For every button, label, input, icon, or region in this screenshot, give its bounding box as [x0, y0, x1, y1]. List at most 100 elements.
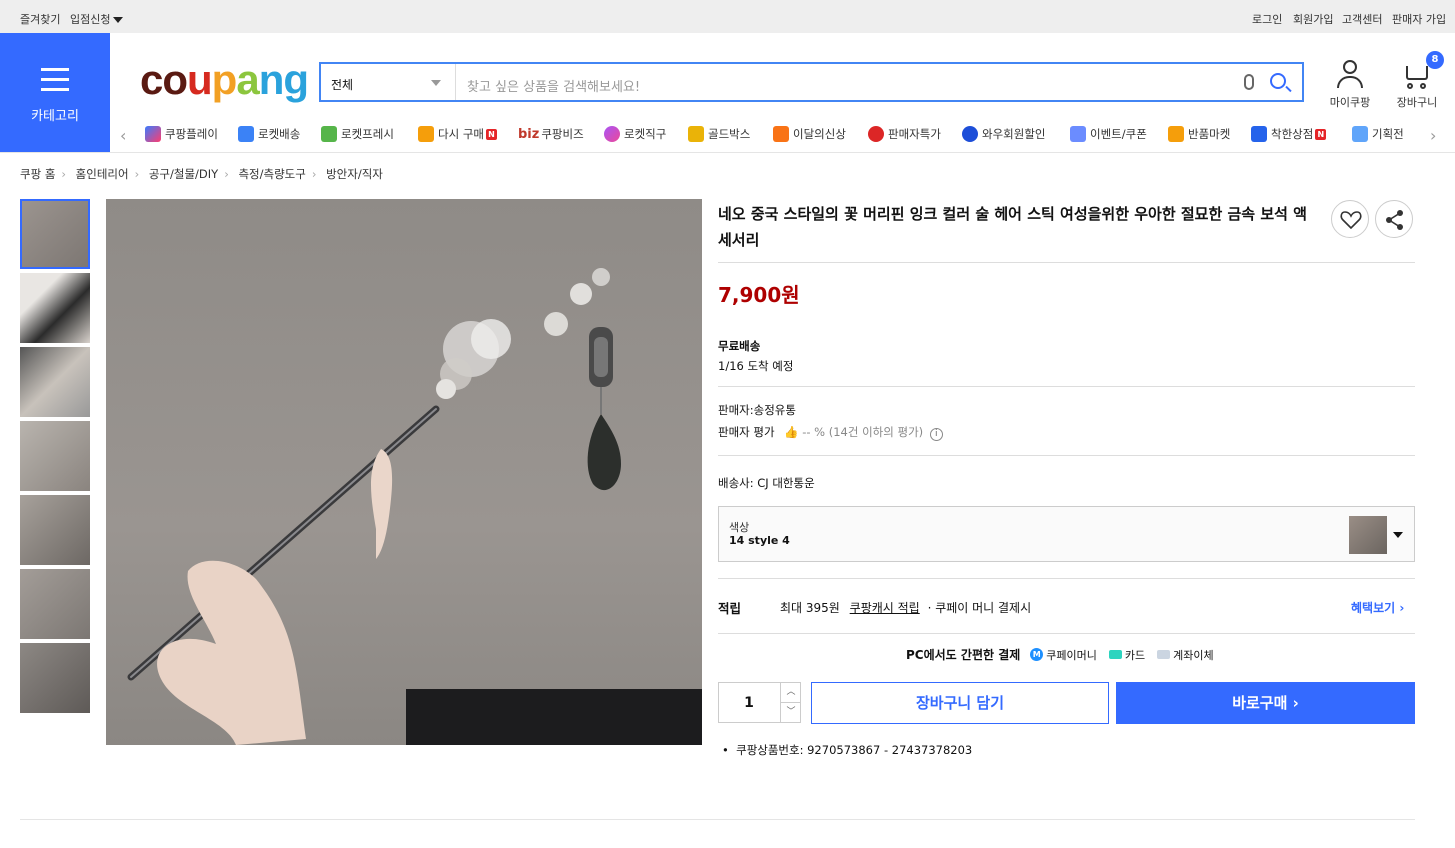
seller-apply-label: 입점신청 — [70, 13, 111, 26]
service-nav: ‹ 쿠팡플레이 로켓배송 로켓프레시 다시 구매 N biz 쿠팡비즈 로켓직구 골… — [110, 118, 1455, 152]
divider — [718, 455, 1415, 456]
info-icon[interactable]: i — [929, 428, 943, 441]
bookmark-link[interactable]: 즐겨찾기 — [20, 11, 60, 27]
product-thumbnail[interactable] — [20, 273, 90, 343]
seller-apply-link[interactable]: 입점신청 — [70, 11, 124, 27]
category-button[interactable]: 카테고리 — [0, 33, 110, 152]
product-thumbnail[interactable] — [20, 569, 90, 639]
nav-seller-deals[interactable]: 판매자특가 — [868, 126, 941, 142]
nav-coupang-play[interactable]: 쿠팡플레이 — [145, 126, 218, 142]
nav-rocket-fresh[interactable]: 로켓프레시 — [321, 126, 394, 142]
product-thumbnail[interactable] — [20, 643, 90, 713]
free-shipping-label: 무료배송 — [718, 339, 761, 353]
new-badge: N — [1315, 128, 1327, 140]
microphone-icon[interactable] — [1244, 74, 1254, 90]
reward-info: 최대 395원 쿠팡캐시 적립 · 쿠페이 머니 결제시 — [780, 599, 1031, 616]
nav-new-arrivals[interactable]: 이달의신상 — [773, 126, 846, 142]
share-button[interactable] — [1375, 200, 1413, 238]
wishlist-button[interactable] — [1331, 200, 1369, 238]
store-icon — [1251, 126, 1267, 142]
nav-good-store[interactable]: 착한상점 N — [1251, 126, 1327, 142]
chevron-right-icon: › — [61, 167, 67, 181]
chevron-right-icon: › — [134, 167, 140, 181]
signup-link[interactable]: 회원가입 — [1293, 11, 1333, 27]
nav-label: 착한상점 — [1271, 127, 1314, 141]
coupang-logo[interactable]: coupang — [140, 56, 309, 104]
menu-icon — [41, 68, 69, 98]
product-thumbnail[interactable] — [20, 495, 90, 565]
cart-count-badge: 8 — [1426, 51, 1444, 69]
reward-condition: · 쿠페이 머니 결제시 — [927, 601, 1032, 615]
heart-icon — [1340, 211, 1362, 230]
coupon-icon — [1070, 126, 1086, 142]
share-icon — [1386, 210, 1403, 230]
nav-return-market[interactable]: 반품마켓 — [1168, 126, 1230, 142]
seller-name[interactable]: 판매자:송정유통 — [718, 402, 796, 418]
section-divider — [20, 819, 1415, 820]
buy-now-button[interactable]: 바로구매 › — [1116, 682, 1415, 724]
search-input[interactable]: 찾고 싶은 상품을 검색해보세요! — [467, 76, 640, 95]
chevron-right-icon: › — [1287, 694, 1299, 712]
nav-events-coupons[interactable]: 이벤트/쿠폰 — [1070, 126, 1147, 142]
chevron-down-icon — [113, 17, 124, 23]
user-icon — [1336, 60, 1364, 90]
seller-rating-label: 판매자 평가 — [718, 425, 775, 439]
nav-label: 로켓직구 — [624, 127, 667, 141]
product-number-text: 쿠팡상품번호: 9270573867 - 27437378203 — [736, 743, 973, 757]
breadcrumb-item[interactable]: 공구/철물/DIY — [149, 167, 218, 181]
nav-rocket-global[interactable]: 로켓직구 — [604, 126, 666, 142]
add-to-cart-button[interactable]: 장바구니 담기 — [811, 682, 1109, 724]
quantity-input[interactable]: 1 — [719, 695, 779, 711]
benefit-link[interactable]: 혜택보기 › — [1351, 599, 1404, 616]
chevron-right-icon: › — [311, 167, 317, 181]
nav-coupang-biz[interactable]: biz 쿠팡비즈 — [518, 126, 584, 142]
breadcrumb-item[interactable]: 홈인테리어 — [76, 167, 129, 181]
pay-method-card: 카드 — [1124, 648, 1146, 662]
product-thumbnail[interactable] — [20, 199, 90, 269]
customer-center-link[interactable]: 고객센터 — [1342, 11, 1382, 27]
bank-transfer-icon — [1157, 650, 1171, 659]
top-utility-bar: 즐겨찾기 입점신청 로그인 회원가입 고객센터 판매자 가입 — [0, 0, 1455, 33]
new-badge: N — [485, 128, 497, 140]
search-icon[interactable] — [1270, 73, 1286, 89]
option-label: 색상 — [729, 521, 750, 534]
biz-icon: biz — [518, 126, 540, 142]
seller-signup-link[interactable]: 판매자 가입 — [1392, 11, 1446, 27]
option-thumbnail — [1349, 516, 1387, 554]
rocket-icon — [238, 126, 254, 142]
increment-button[interactable]: ︿ — [780, 683, 801, 703]
divider — [718, 633, 1415, 634]
new-bag-icon — [773, 126, 789, 142]
chevron-left-icon[interactable]: ‹ — [120, 126, 126, 145]
buy-now-label: 바로구매 — [1232, 694, 1288, 712]
nav-rocket-delivery[interactable]: 로켓배송 — [238, 126, 300, 142]
search-category-select[interactable]: 전체 — [321, 64, 456, 100]
breadcrumb-item[interactable]: 측정/측량도구 — [238, 167, 305, 181]
coupang-cash-link[interactable]: 쿠팡캐시 적립 — [850, 601, 920, 615]
divider — [718, 262, 1415, 263]
option-select[interactable]: 색상 14 style 4 — [718, 506, 1415, 562]
coupay-money-icon: M — [1030, 648, 1044, 661]
play-icon — [145, 126, 161, 142]
globe-rocket-icon — [604, 126, 620, 142]
nav-special-exhibitions[interactable]: 기획전 — [1352, 126, 1418, 142]
chevron-right-icon: › — [224, 167, 229, 181]
chevron-right-icon[interactable]: › — [1430, 126, 1436, 145]
easy-pay-row: PC에서도 간편한 결제 M 쿠페이머니 카드 계좌이체 — [906, 646, 1214, 663]
nav-wow-discount[interactable]: 와우회원할인 — [962, 126, 1045, 142]
breadcrumb-item[interactable]: 방안자/직자 — [326, 167, 383, 181]
product-thumbnail[interactable] — [20, 421, 90, 491]
product-thumbnail[interactable] — [20, 347, 90, 417]
decrement-button[interactable]: ﹀ — [780, 703, 801, 723]
nav-rebuy[interactable]: 다시 구매 N — [418, 126, 497, 142]
breadcrumb-item[interactable]: 쿠팡 홈 — [20, 167, 55, 181]
nav-label: 쿠팡비즈 — [541, 127, 584, 141]
product-main-image[interactable] — [106, 199, 702, 745]
rocket-fresh-icon — [321, 126, 337, 142]
mycoupang-button[interactable]: 마이쿠팡 — [1327, 60, 1373, 110]
login-link[interactable]: 로그인 — [1252, 11, 1282, 27]
option-value: 14 style 4 — [729, 534, 790, 547]
nav-goldbox[interactable]: 골드박스 — [688, 126, 750, 142]
reward-label: 적립 — [718, 601, 742, 616]
nav-label: 와우회원할인 — [982, 127, 1046, 141]
